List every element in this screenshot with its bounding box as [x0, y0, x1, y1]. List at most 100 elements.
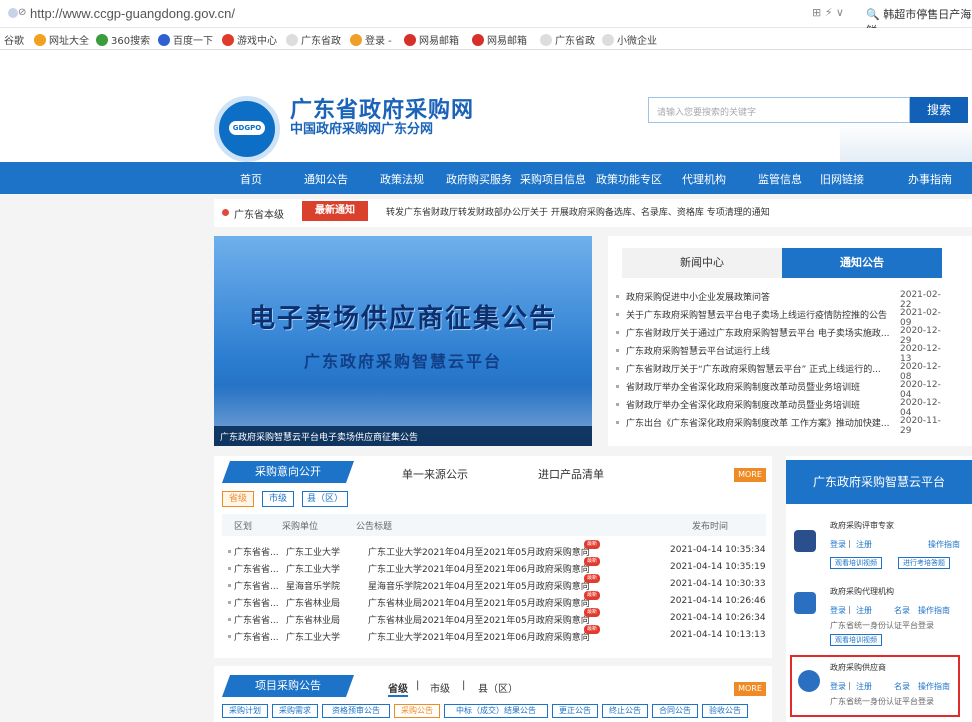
- agency-register-link[interactable]: 注册: [856, 605, 872, 616]
- expert-video-button[interactable]: 观看培训视频: [830, 557, 882, 569]
- site-subtitle: 中国政府采购网广东分网: [290, 122, 434, 137]
- tab-procurement-intention[interactable]: 采购意向公开: [221, 461, 355, 483]
- bookmark-item[interactable]: 网址大全: [34, 32, 89, 47]
- category-tab[interactable]: 采购计划: [222, 704, 268, 718]
- level-filter-province[interactable]: 省级: [222, 491, 254, 507]
- tab-project-announcement[interactable]: 项目采购公告: [221, 675, 355, 697]
- nav-item[interactable]: 政府购买服务: [446, 171, 512, 187]
- category-tab[interactable]: 资格预审公告: [322, 704, 390, 718]
- level-filter-county[interactable]: 县（区）: [302, 491, 348, 507]
- news-item[interactable]: 广东省财政厅关于“广东政府采购智慧云平台” 正式上线运行的... 2020-12-…: [616, 362, 950, 382]
- table-row[interactable]: 广东省省... 广东工业大学 广东工业大学2021年04月至2021年06月政府采购…: [222, 557, 766, 577]
- bullet-icon: [616, 349, 619, 352]
- expert-guide-link[interactable]: 操作指南: [928, 539, 960, 550]
- news-item[interactable]: 省财政厅举办全省深化政府采购制度改革动员暨业务培训班 2020-12-04: [616, 398, 950, 418]
- bookmark-icon: [404, 34, 416, 46]
- project-level-county[interactable]: 县（区）: [478, 680, 518, 695]
- news-item[interactable]: 省财政厅举办全省深化政府采购制度改革动员暨业务培训班 2020-12-04: [616, 380, 950, 400]
- nav-item[interactable]: 办事指南: [908, 171, 952, 187]
- table-row[interactable]: 广东省省... 广东省林业局 广东省林业局2021年04月至2021年05月政府采购…: [222, 591, 766, 611]
- tab-news-center[interactable]: 新闻中心: [622, 248, 782, 278]
- bookmark-item[interactable]: 网易邮箱: [472, 32, 527, 47]
- bullet-icon: [616, 331, 619, 334]
- banner-headline: 电子卖场供应商征集公告: [248, 304, 557, 334]
- table-row[interactable]: 广东省省... 广东工业大学 广东工业大学2021年04月至2021年05月政府采购…: [222, 540, 766, 560]
- site-logo[interactable]: GDGPO: [214, 96, 280, 162]
- more-button[interactable]: MORE: [734, 468, 766, 482]
- nav-item[interactable]: 政策功能专区: [596, 171, 662, 187]
- logo-text: GDGPO: [229, 121, 265, 135]
- project-level-province[interactable]: 省级: [388, 680, 408, 697]
- bullet-icon: [616, 313, 619, 316]
- security-icon: [8, 8, 18, 18]
- latest-notice-badge: 最新通知: [302, 201, 368, 221]
- protocol-icon: ⊘: [18, 7, 27, 18]
- category-tab[interactable]: 验收公告: [702, 704, 748, 718]
- bookmark-item[interactable]: 登录 -: [350, 32, 392, 47]
- bookmark-icon: [602, 34, 614, 46]
- bookmark-item[interactable]: 游戏中心: [222, 32, 277, 47]
- nav-item[interactable]: 代理机构: [682, 171, 726, 187]
- bookmark-icon: [286, 34, 298, 46]
- category-tab[interactable]: 更正公告: [552, 704, 598, 718]
- bookmarks-bar: 谷歌 网址大全 360搜索 百度一下 游戏中心 广东省政 登录 - 网易邮箱 网…: [0, 28, 972, 50]
- bookmark-item[interactable]: 百度一下: [158, 32, 213, 47]
- news-item[interactable]: 广东出台《广东省深化政府采购制度改革 工作方案》推动加快建... 2020-11-…: [616, 416, 950, 436]
- banner-carousel[interactable]: 电子卖场供应商征集公告 广东政府采购智慧云平台 广东政府采购智慧云平台电子卖场供…: [214, 236, 592, 446]
- table-header: 区划 采购单位 公告标题 发布时间: [222, 514, 766, 536]
- agency-video-button[interactable]: 观看培训视频: [830, 634, 882, 646]
- toolbar-icons[interactable]: ⊞ ⚡ ∨: [812, 6, 844, 19]
- expert-login-link[interactable]: 登录: [830, 539, 846, 550]
- news-item[interactable]: 广东省财政厅关于通过广东政府采购智慧云平台 电子卖场实施政... 2020-12-…: [616, 326, 950, 346]
- separator: |: [848, 605, 851, 614]
- latest-notice-link[interactable]: 转发广东省财政厅转发财政部办公厅关于 开展政府采购备选库、名录库、资格库 专项清…: [386, 205, 770, 218]
- table-row[interactable]: 广东省省... 广东省林业局 广东省林业局2021年04月至2021年05月政府采购…: [222, 608, 766, 628]
- bookmark-item[interactable]: 广东省政: [286, 32, 341, 47]
- bookmark-item[interactable]: 360搜索: [96, 32, 150, 47]
- new-badge: 最新: [584, 591, 600, 600]
- project-level-city[interactable]: 市级: [430, 680, 450, 695]
- level-filter-city[interactable]: 市级: [262, 491, 294, 507]
- category-tab[interactable]: 采购需求: [272, 704, 318, 718]
- agency-login-link[interactable]: 登录: [830, 605, 846, 616]
- bookmark-item[interactable]: 网易邮箱: [404, 32, 459, 47]
- table-row[interactable]: 广东省省... 星海音乐学院 星海音乐学院2021年04月至2021年05月政府采购…: [222, 574, 766, 594]
- new-badge: 最新: [584, 540, 600, 549]
- nav-item[interactable]: 旧网链接: [820, 171, 864, 187]
- bullet-icon: [616, 367, 619, 370]
- news-item[interactable]: 关于广东政府采购智慧云平台电子卖场上线运行疫情防控推的公告 2021-02-09: [616, 308, 950, 328]
- tab-import-products[interactable]: 进口产品清单: [538, 466, 604, 482]
- agency-note[interactable]: 广东省统一身份认证平台登录: [830, 620, 934, 631]
- nav-item[interactable]: 政策法规: [380, 171, 424, 187]
- nav-item[interactable]: 监管信息: [758, 171, 802, 187]
- category-tab[interactable]: 采购公告: [394, 704, 440, 718]
- expert-exam-button[interactable]: 进行考培答题: [898, 557, 950, 569]
- news-item[interactable]: 政府采购促进中小企业发展政策问答 2021-02-22: [616, 290, 950, 310]
- tab-notice[interactable]: 通知公告: [782, 248, 942, 278]
- separator: |: [848, 539, 851, 548]
- bookmark-item[interactable]: 谷歌: [4, 32, 24, 47]
- search-input[interactable]: 请输入您要搜索的关键字: [648, 97, 910, 123]
- nav-item[interactable]: 首页: [240, 171, 262, 187]
- agency-guide-link[interactable]: 操作指南: [918, 605, 950, 616]
- nav-item[interactable]: 采购项目信息: [520, 171, 586, 187]
- expert-register-link[interactable]: 注册: [856, 539, 872, 550]
- bookmark-item[interactable]: 小微企业: [602, 32, 657, 47]
- banner-caption[interactable]: 广东政府采购智慧云平台电子卖场供应商征集公告: [214, 426, 592, 446]
- separator: |: [416, 680, 420, 691]
- search-button[interactable]: 搜索: [910, 97, 968, 123]
- bookmark-item[interactable]: 广东省政: [540, 32, 595, 47]
- project-more-button[interactable]: MORE: [734, 682, 766, 696]
- tab-single-source[interactable]: 单一来源公示: [402, 466, 468, 482]
- main-nav: 首页 通知公告 政策法规 政府购买服务 采购项目信息 政策功能专区 代理机构 监…: [0, 162, 972, 194]
- separator: |: [462, 680, 466, 691]
- news-item[interactable]: 广东政府采购智慧云平台试运行上线 2020-12-13: [616, 344, 950, 364]
- url-field[interactable]: http://www.ccgp-guangdong.gov.cn/: [30, 6, 235, 21]
- table-row[interactable]: 广东省省... 广东工业大学 广东工业大学2021年04月至2021年06月政府采购…: [222, 625, 766, 645]
- nav-item[interactable]: 通知公告: [304, 171, 348, 187]
- category-tab[interactable]: 合同公告: [652, 704, 698, 718]
- category-tab[interactable]: 终止公告: [602, 704, 648, 718]
- category-tab[interactable]: 中标（成交）结果公告: [444, 704, 548, 718]
- location-selector[interactable]: 广东省本级: [234, 206, 284, 221]
- agency-directory-link[interactable]: 名录: [894, 605, 910, 616]
